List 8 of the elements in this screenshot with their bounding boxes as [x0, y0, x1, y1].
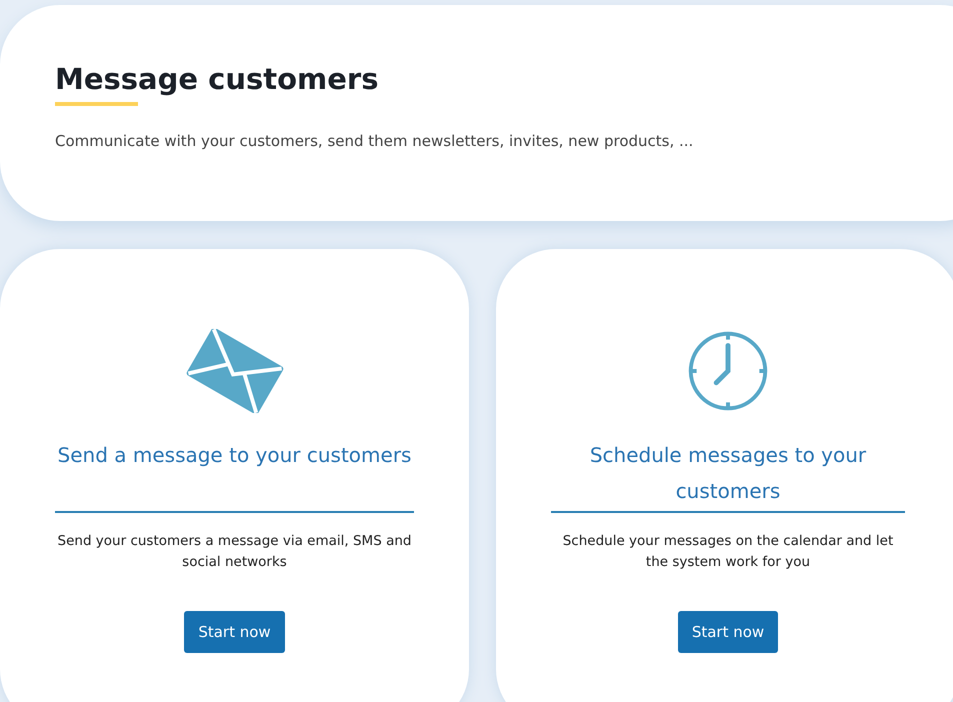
card-title: Send a message to your customers — [58, 442, 412, 469]
card-title: Schedule messages to your customers — [588, 442, 868, 505]
start-button[interactable]: Start now — [678, 611, 778, 653]
start-button[interactable]: Start now — [184, 611, 285, 653]
page-title: Message customers — [55, 61, 380, 98]
card-description: Send your customers a message via email, SMS and social networks — [56, 532, 412, 572]
card-description: Schedule your messages on the calendar and let the system work for you — [562, 532, 894, 572]
page-description: Communicate with your customers, send them newsletters, invites, new products, ... — [55, 132, 694, 150]
